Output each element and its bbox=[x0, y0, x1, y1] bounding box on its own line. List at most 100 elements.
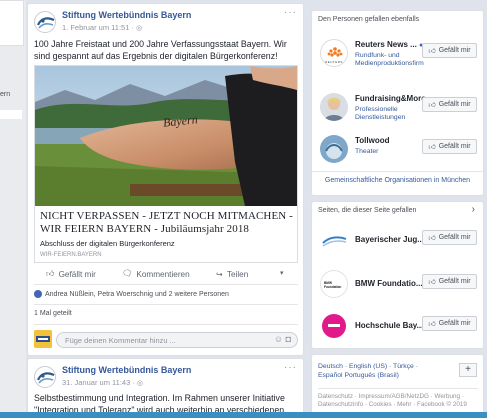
link-preview-description: Abschluss der digitalen Bürgerkonferenz bbox=[40, 239, 175, 248]
page-like-button-label: Gefällt mir bbox=[438, 234, 471, 241]
thumbs-up-icon: 👍︎ bbox=[428, 321, 436, 328]
frame-bottom-edge bbox=[0, 412, 487, 418]
share-button[interactable]: ↪ Teilen bbox=[216, 269, 249, 280]
divider bbox=[318, 388, 478, 389]
post-text: 100 Jahre Freistaat und 200 Jahre Verfas… bbox=[34, 39, 287, 61]
page-like-button[interactable]: 👍︎ Gefällt mir bbox=[422, 97, 477, 112]
link-preview-image[interactable]: Bayern bbox=[35, 66, 297, 206]
page-avatar[interactable] bbox=[34, 366, 56, 388]
link-preview-card[interactable]: Bayern NICHT VERPASSEN - JETZT NOCH MITM… bbox=[34, 65, 298, 263]
hochschule-avatar[interactable] bbox=[320, 312, 348, 340]
thumbs-up-icon: 👍︎ bbox=[428, 102, 436, 109]
divider bbox=[34, 324, 298, 325]
organizations-link[interactable]: Gemeinschaftliche Organisationen in Münc… bbox=[312, 177, 483, 184]
user-avatar[interactable] bbox=[34, 330, 52, 348]
liked-page-name[interactable]: Bayerischer Jug... bbox=[355, 235, 424, 244]
suggested-page-item[interactable]: REUTERS Reuters News ... ● Rundfunk- und… bbox=[312, 33, 483, 77]
comment-placeholder: Füge deinen Kommentar hinzu ... bbox=[65, 336, 176, 345]
more-options-icon[interactable]: ··· bbox=[284, 362, 297, 373]
audience-selector[interactable]: ▾ bbox=[280, 269, 284, 277]
liked-page-name[interactable]: Hochschule Bay... bbox=[355, 321, 423, 330]
page-name-link[interactable]: Stiftung Wertebündnis Bayern bbox=[62, 365, 191, 375]
page-avatar[interactable] bbox=[34, 11, 56, 33]
bmw-foundation-avatar[interactable]: BMW Foundation bbox=[320, 270, 348, 298]
divider bbox=[34, 304, 298, 305]
post-timestamp[interactable]: 1. Februar um 11:51 · ◎ bbox=[62, 23, 142, 32]
liked-page-item[interactable]: Bayerischer Jug... 👍︎ Gefällt mir bbox=[312, 220, 483, 264]
post-timestamp-text[interactable]: 1. Februar um 11:51 · bbox=[62, 23, 136, 32]
post-timestamp-text[interactable]: 31. Januar um 11:43 · bbox=[62, 378, 137, 387]
like-button-label: Gefällt mir bbox=[58, 269, 96, 279]
language-links[interactable]: Deutsch · English (US) · Türkçe · Españo… bbox=[318, 362, 443, 380]
post-timestamp[interactable]: 31. Januar um 11:43 · ◎ bbox=[62, 378, 143, 387]
like-reaction-icon bbox=[34, 290, 42, 298]
thumbs-up-icon: 👍︎ bbox=[428, 144, 436, 151]
page-like-button[interactable]: 👍︎ Gefällt mir bbox=[422, 316, 477, 331]
people-also-like-card: Den Personen gefallen ebenfalls REUTERS … bbox=[311, 10, 484, 196]
suggested-page-name[interactable]: Tollwood bbox=[355, 136, 390, 145]
comment-button-label: Kommentieren bbox=[136, 269, 190, 279]
camera-icon[interactable]: ◘ bbox=[286, 334, 291, 344]
globe-icon: ◎ bbox=[136, 25, 143, 32]
add-language-button[interactable]: + bbox=[459, 363, 477, 377]
more-options-icon[interactable]: ··· bbox=[284, 7, 297, 18]
link-preview-title[interactable]: NICHT VERPASSEN - JETZT NOCH MITMACHEN -… bbox=[40, 210, 295, 236]
suggested-page-name[interactable]: Reuters News ... ● bbox=[355, 40, 423, 49]
post-actions-bar: 👍︎ Gefällt mir 🗨︎ Kommentieren ↪ Teilen … bbox=[34, 267, 298, 285]
divider bbox=[312, 171, 483, 172]
comment-icon: 🗨︎ bbox=[122, 269, 133, 278]
emoji-icon[interactable]: ☺ bbox=[274, 334, 283, 344]
page-like-button-label: Gefällt mir bbox=[438, 278, 471, 285]
comment-input[interactable]: Füge deinen Kommentar hinzu ... ☺ ◘ bbox=[56, 332, 298, 348]
chevron-right-icon[interactable]: › bbox=[472, 204, 475, 215]
tollwood-avatar[interactable] bbox=[320, 135, 348, 163]
comment-button[interactable]: 🗨︎ Kommentieren bbox=[122, 269, 190, 279]
suggested-page-name-text[interactable]: Reuters News ... bbox=[355, 40, 417, 49]
liked-page-item[interactable]: BMW Foundation BMW Foundatio... 👍︎ Gefäl… bbox=[312, 264, 483, 308]
globe-icon: ◎ bbox=[136, 380, 144, 387]
shares-count[interactable]: 1 Mal geteilt bbox=[34, 310, 72, 317]
link-preview-domain: WIR-FEIERN.BAYERN bbox=[40, 252, 102, 258]
thumbs-up-icon: 👍︎ bbox=[46, 269, 55, 278]
reuters-logo-text: REUTERS bbox=[325, 60, 343, 64]
suggested-page-item[interactable]: Fundraising&More Professionelle Dienstle… bbox=[312, 87, 483, 131]
thumbs-up-icon: 👍︎ bbox=[428, 279, 436, 286]
page-name-link[interactable]: Stiftung Wertebündnis Bayern bbox=[62, 10, 191, 20]
suggested-page-category[interactable]: Theater bbox=[355, 148, 423, 156]
post-header: Stiftung Wertebündnis Bayern 31. Januar … bbox=[28, 359, 303, 392]
page-like-button[interactable]: 👍︎ Gefällt mir bbox=[422, 139, 477, 154]
people-also-like-title: Den Personen gefallen ebenfalls bbox=[318, 16, 420, 23]
page-like-button-label: Gefällt mir bbox=[438, 320, 471, 327]
suggested-page-name[interactable]: Fundraising&More bbox=[355, 94, 426, 103]
comment-composer: Füge deinen Kommentar hinzu ... ☺ ◘ bbox=[34, 330, 298, 350]
liked-page-name[interactable]: BMW Foundatio... bbox=[355, 279, 423, 288]
fundraising-avatar[interactable] bbox=[320, 93, 348, 121]
bmw-foundation-logo-text: BMW Foundation bbox=[324, 281, 342, 289]
liked-pages-card: Seiten, die dieser Seite gefallen › Baye… bbox=[311, 201, 484, 349]
share-button-label: Teilen bbox=[226, 269, 249, 279]
reactions-summary[interactable]: Andrea Nüßlein, Petra Woerschnig und 2 w… bbox=[34, 290, 229, 298]
suggested-page-item[interactable]: Tollwood Theater 👍︎ Gefällt mir bbox=[312, 129, 483, 173]
like-button[interactable]: 👍︎ Gefällt mir bbox=[46, 269, 96, 279]
left-sidebar-card bbox=[0, 0, 24, 46]
bayerischer-jugendring-avatar[interactable] bbox=[320, 226, 348, 254]
reactions-text[interactable]: Andrea Nüßlein, Petra Woerschnig und 2 w… bbox=[45, 291, 229, 298]
feed-post: Stiftung Wertebündnis Bayern 1. Februar … bbox=[27, 3, 304, 356]
audience-icon: ▾ bbox=[280, 270, 284, 277]
feed-post: Stiftung Wertebündnis Bayern 31. Januar … bbox=[27, 358, 304, 418]
legal-links[interactable]: Datenschutz · Impressum/AGB/NetzDG · Wer… bbox=[318, 393, 478, 409]
liked-pages-title: Seiten, die dieser Seite gefallen bbox=[318, 207, 417, 214]
page-like-button[interactable]: 👍︎ Gefällt mir bbox=[422, 230, 477, 245]
page-like-button[interactable]: 👍︎ Gefällt mir bbox=[422, 274, 477, 289]
page-like-button[interactable]: 👍︎ Gefällt mir bbox=[422, 43, 477, 58]
liked-page-item[interactable]: Hochschule Bay... 👍︎ Gefällt mir bbox=[312, 306, 483, 350]
reuters-avatar[interactable]: REUTERS bbox=[320, 39, 348, 67]
suggested-page-category[interactable]: Rundfunk- und Medienproduktionsfirm bbox=[355, 52, 424, 68]
thumbs-up-icon: 👍︎ bbox=[428, 235, 436, 242]
suggested-page-category[interactable]: Professionelle Dienstleistungen bbox=[355, 106, 423, 122]
share-icon: ↪ bbox=[216, 270, 223, 279]
footer-card: Deutsch · English (US) · Türkçe · Españo… bbox=[311, 354, 484, 418]
left-sidebar-row[interactable] bbox=[0, 110, 22, 119]
left-sidebar-text[interactable]: ern bbox=[0, 91, 10, 98]
page-like-button-label: Gefällt mir bbox=[438, 143, 471, 150]
